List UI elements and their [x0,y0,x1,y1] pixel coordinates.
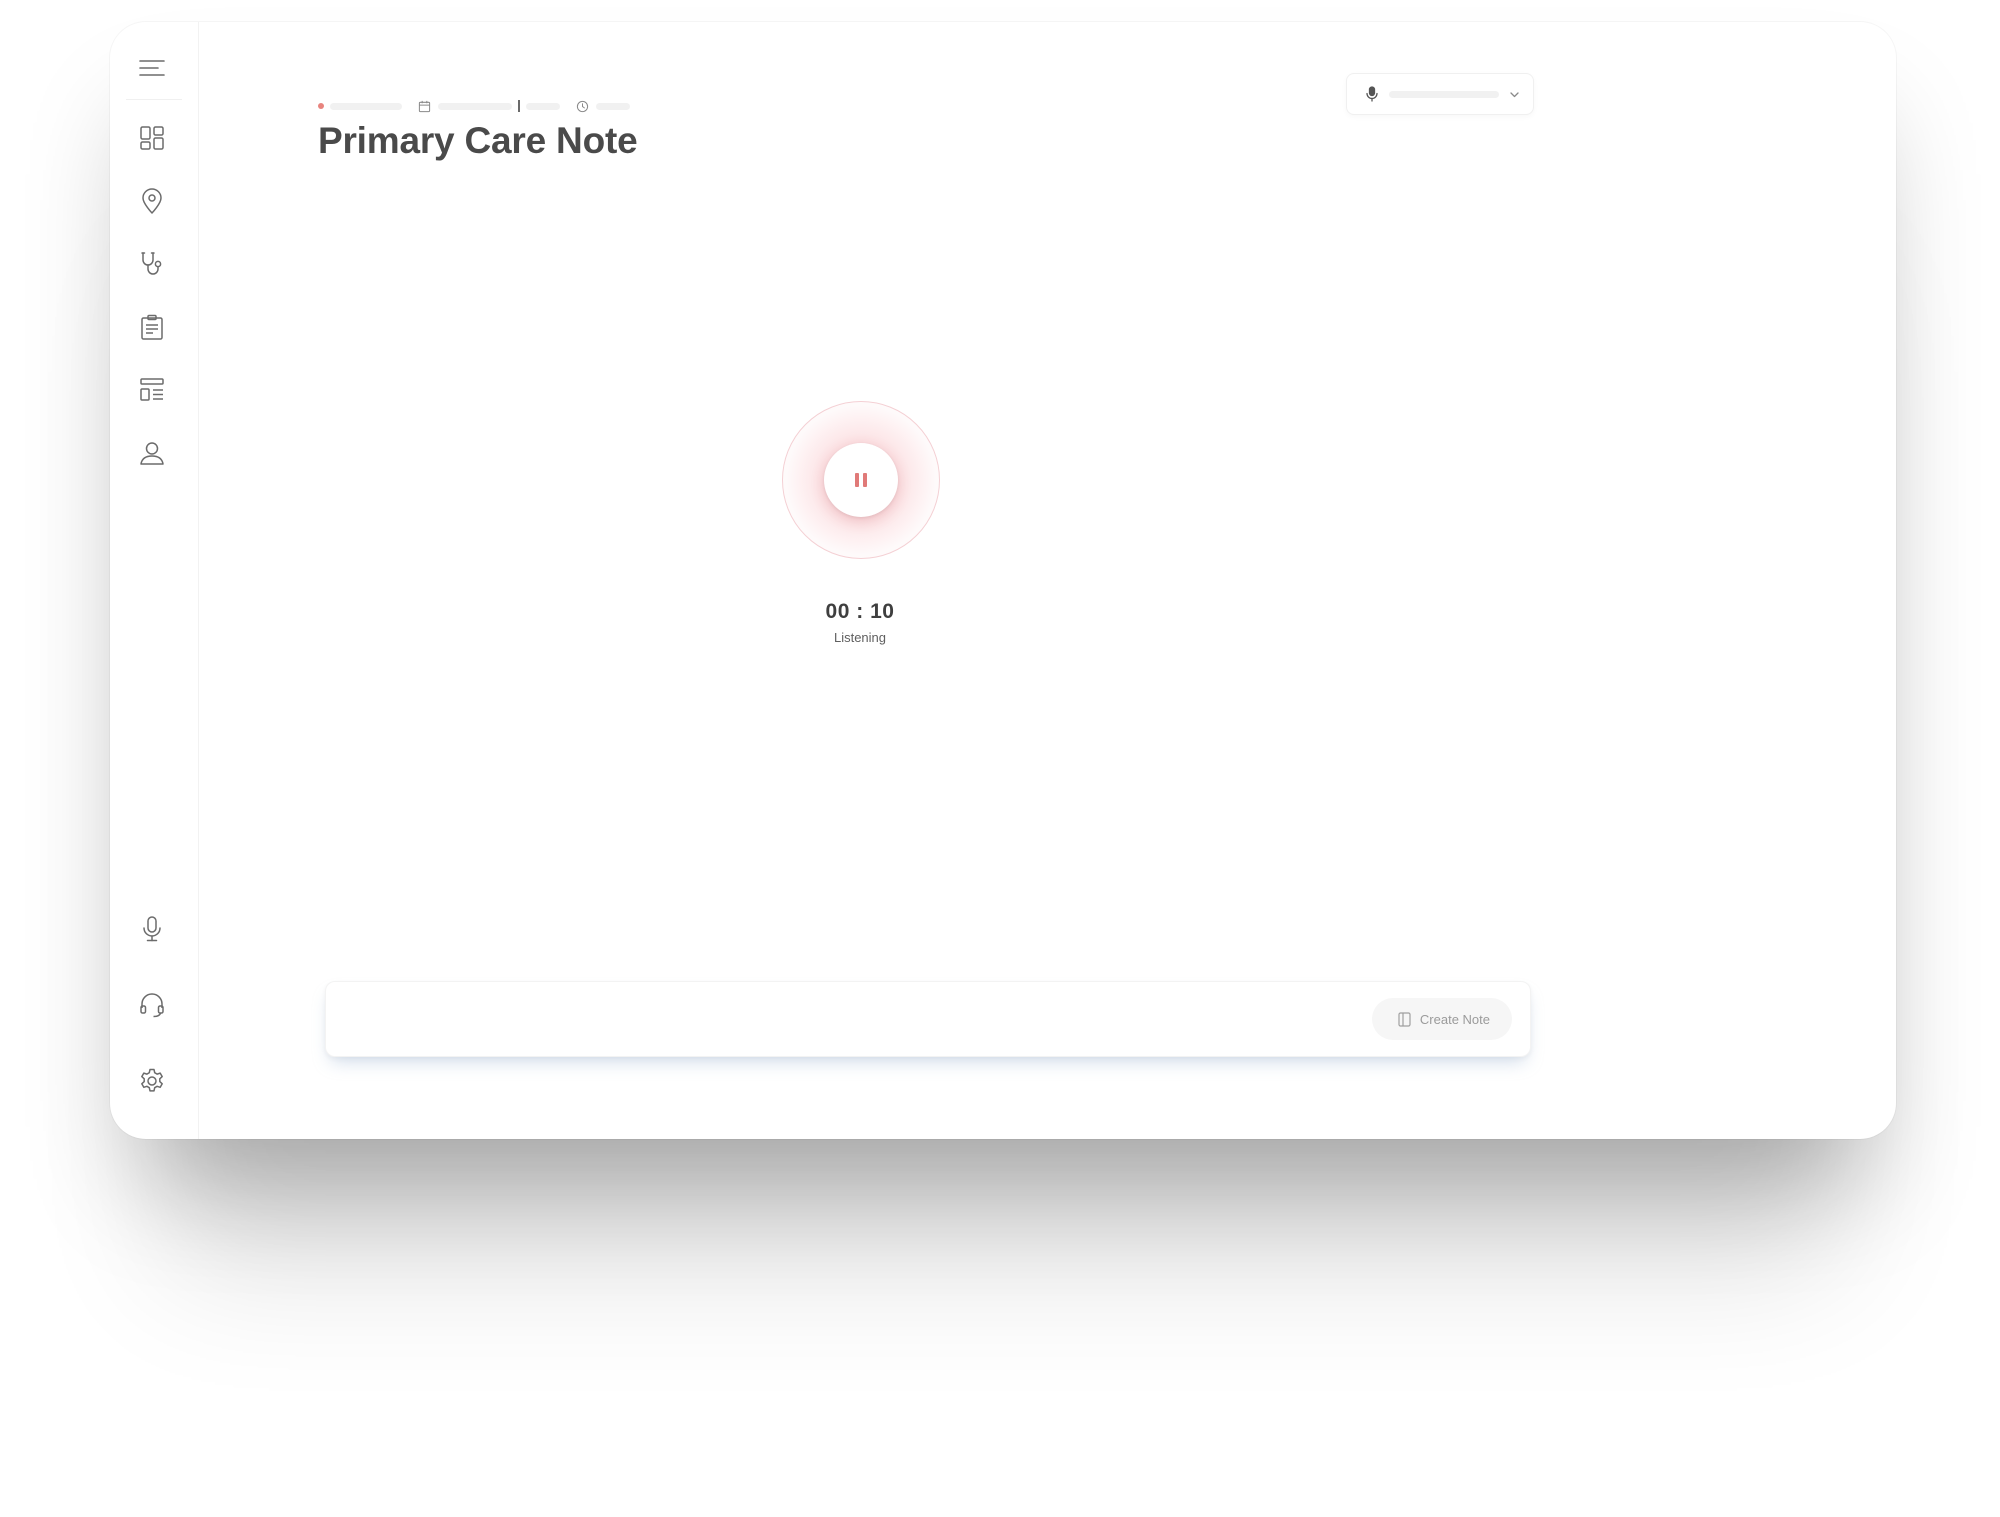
create-note-label: Create Note [1419,1011,1490,1027]
recording-status: Listening [833,630,887,645]
sidebar-item-patients[interactable] [132,433,172,473]
clock-icon [576,100,589,113]
meta-placeholder [526,102,560,110]
page-title: Primary Care Note [318,120,638,161]
clipboard-icon [141,314,163,340]
meta-separator [518,100,520,112]
chevron-down-icon [1509,89,1520,100]
sidebar-item-clinical[interactable] [132,244,172,284]
action-bar: Create Note [325,981,1531,1057]
meta-placeholder [330,102,402,110]
sidebar-item-notes[interactable] [132,307,172,347]
sidebar-item-settings[interactable] [132,1061,172,1101]
sidebar-item-dashboard[interactable] [132,118,172,158]
meta-placeholder [596,102,630,110]
sidebar-item-support[interactable] [132,985,172,1025]
sidebar-item-locations[interactable] [132,181,172,221]
calendar-icon [418,100,431,113]
sidebar [110,22,199,1139]
status-dot [318,103,324,109]
gear-icon [141,1068,163,1092]
microphone-name-placeholder [1389,90,1499,98]
sidebar-divider [126,99,182,100]
note-meta-row [318,94,630,118]
stethoscope-icon [141,252,162,275]
recording-indicator [782,401,940,559]
note-panel-icon [1398,1011,1411,1027]
user-icon [140,442,164,465]
sidebar-item-dictation[interactable] [132,909,172,949]
meta-placeholder [438,102,512,110]
microphone-icon [1365,86,1379,102]
recording-timer: 00 : 10 [825,600,895,623]
app-window: Primary Care Note 00 : 10 Listening Crea… [110,22,1896,1139]
map-pin-icon [142,188,162,214]
pause-icon [855,473,867,487]
hamburger-menu-icon [139,60,165,76]
dashboard-grid-icon [140,126,164,150]
layout-template-icon [140,378,164,401]
microphone-select[interactable] [1346,73,1534,115]
microphone-icon [143,916,161,942]
menu-button[interactable] [132,48,172,88]
pause-button[interactable] [824,443,898,517]
headset-icon [140,993,164,1018]
sidebar-item-templates[interactable] [132,370,172,410]
create-note-button[interactable]: Create Note [1371,998,1512,1040]
